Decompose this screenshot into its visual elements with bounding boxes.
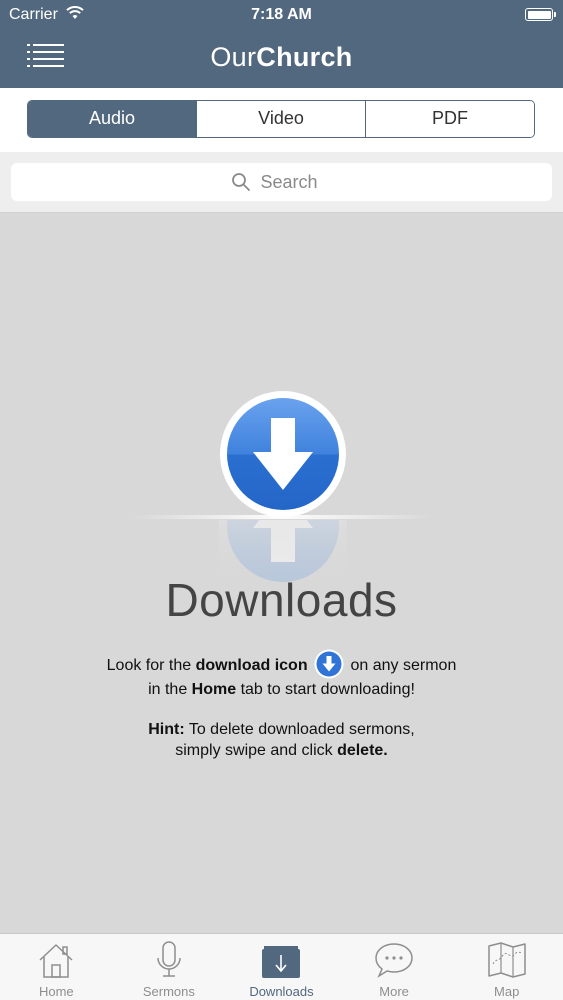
hint-bold: delete. [337,742,388,759]
empty-state-instructions: Look for the download icon on any sermon… [0,649,563,700]
tab-label: Home [38,984,74,999]
download-box-icon [262,946,301,978]
tab-more[interactable]: More [338,934,451,1000]
media-type-segmented-control: Audio Video PDF [27,100,535,138]
app-brand-title: OurChurch [0,42,563,73]
empty-state-hint: Hint: To delete downloaded sermons, simp… [0,719,563,761]
map-icon [487,942,526,978]
brand-church: Church [256,42,353,72]
chat-bubble-icon [375,943,413,978]
tab-label: Map [494,984,520,999]
segment-bar: Audio Video PDF [0,88,563,152]
tab-map[interactable]: Map [450,934,563,1000]
bottom-tab-bar: Home Sermons Downloads More Map [0,933,563,1000]
instruction-text: in the [148,681,192,698]
tab-label: Downloads [249,984,314,999]
instruction-bold: download icon [195,657,308,674]
status-bar: Carrier 7:18 AM [0,0,563,30]
tab-home[interactable]: Home [0,934,113,1000]
instruction-text: on any sermon [346,657,457,674]
icon-shelf-line [130,515,433,519]
clock: 7:18 AM [251,6,312,23]
search-icon [231,173,250,191]
instruction-bold: Home [191,681,237,698]
tab-sermons[interactable]: Sermons [113,934,226,1000]
segment-audio[interactable]: Audio [28,101,196,137]
search-input[interactable] [258,170,333,194]
search-field[interactable] [11,163,552,201]
search-bar [0,152,563,213]
hint-text: simply swipe and click [175,742,338,759]
home-icon [39,944,73,978]
instruction-text: Look for the [106,657,196,674]
empty-state-title: Downloads [165,574,398,626]
tab-label: More [379,984,409,999]
downloads-empty-state: Downloads Look for the download icon on … [0,213,563,933]
segment-pdf[interactable]: PDF [365,101,534,137]
segment-video[interactable]: Video [196,101,365,137]
tab-label: Sermons [142,984,195,999]
download-icon [314,649,344,679]
hint-label: Hint: [148,721,185,738]
instruction-text: tab to start downloading! [236,681,415,698]
brand-our: Our [210,42,257,72]
battery-icon [525,8,556,21]
app-header: Carrier 7:18 AM OurChurch [0,0,563,88]
hint-text: To delete downloaded sermons, [184,721,415,738]
microphone-icon [157,941,181,977]
tab-downloads[interactable]: Downloads [225,934,338,1000]
download-arrow-icon [220,391,346,517]
